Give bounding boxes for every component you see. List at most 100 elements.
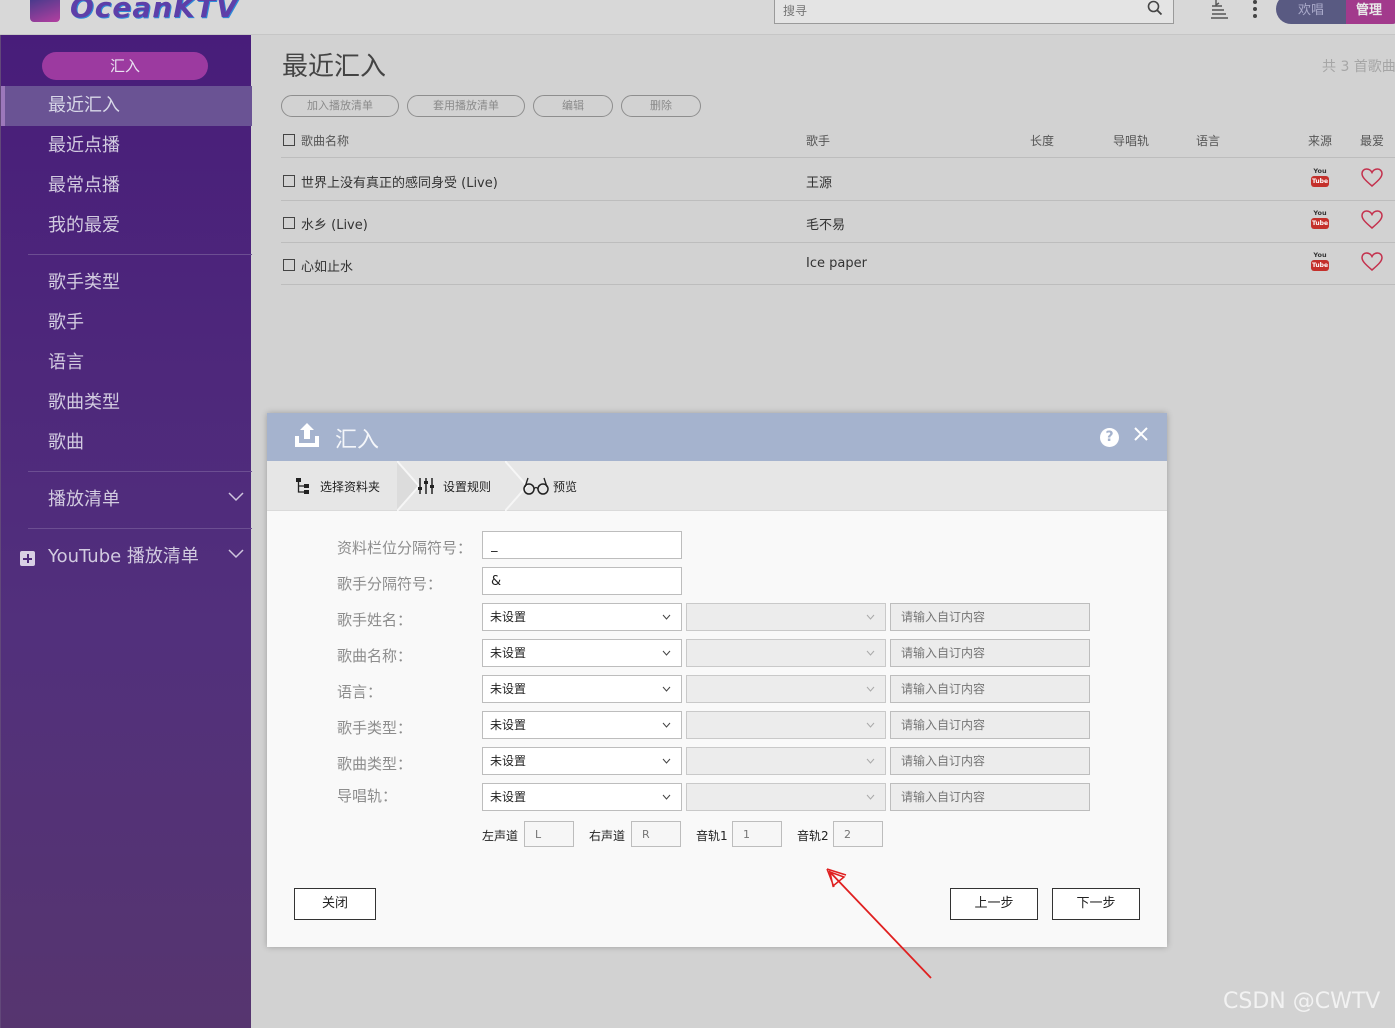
sidebar-item-artists[interactable]: 歌手 <box>1 303 252 343</box>
rule-subselect-artist-type[interactable] <box>686 711 886 739</box>
rule-custom-artist-name[interactable] <box>890 603 1090 631</box>
chevron-down-icon <box>662 794 671 800</box>
rule-label-language: 语言： <box>337 683 383 701</box>
table-row[interactable]: 水乡 (Live) 毛不易 You Tube <box>281 201 1395 243</box>
column-source[interactable]: 来源 <box>1308 132 1332 149</box>
step-label: 选择资料夹 <box>320 480 381 494</box>
dialog-title: 汇入 <box>335 428 380 453</box>
sidebar-item-most-played[interactable]: 最常点播 <box>1 166 252 206</box>
sidebar-item-songs[interactable]: 歌曲 <box>1 423 252 463</box>
rule-select-language[interactable]: 未设置 <box>482 675 682 703</box>
rule-label-guide-track: 导唱轨： <box>337 787 398 805</box>
search-box[interactable] <box>774 0 1174 24</box>
column-guide-track[interactable]: 导唱轨 <box>1113 132 1149 149</box>
mode-sing-button[interactable]: 欢唱 <box>1276 0 1346 24</box>
rule-select-guide-track[interactable]: 未设置 <box>482 783 682 811</box>
song-title: 世界上没有真正的感同身受 (Live) <box>301 176 498 191</box>
song-title: 水乡 (Live) <box>301 218 368 233</box>
rule-select-artist-type[interactable]: 未设置 <box>482 711 682 739</box>
table-row[interactable]: 心如止水 Ice paper You Tube <box>281 243 1395 285</box>
sidebar-divider <box>28 471 252 472</box>
chevron-down-icon <box>866 758 875 764</box>
rule-custom-guide-track[interactable] <box>890 783 1090 811</box>
rule-subselect-artist-name[interactable] <box>686 603 886 631</box>
rule-custom-song-name[interactable] <box>890 639 1090 667</box>
rule-custom-song-type[interactable] <box>890 747 1090 775</box>
step-select-folder[interactable]: 选择资料夹 <box>267 461 397 511</box>
sidebar-item-recent-played[interactable]: 最近点播 <box>1 126 252 166</box>
song-artist: 王源 <box>806 176 833 191</box>
track2-input[interactable] <box>833 821 883 847</box>
track2-label: 音轨2 <box>797 829 829 843</box>
column-favorite[interactable]: 最爱 <box>1360 132 1384 149</box>
sidebar-item-youtube-playlists[interactable]: YouTube 播放清单 <box>1 537 252 577</box>
close-button[interactable]: 关闭 <box>294 888 376 920</box>
rule-subselect-language[interactable] <box>686 675 886 703</box>
step-label: 预览 <box>553 480 578 494</box>
step-set-rules[interactable]: 设置规则 <box>417 461 507 511</box>
prev-step-button[interactable]: 上一步 <box>950 888 1038 920</box>
artist-separator-input[interactable] <box>482 567 682 595</box>
sidebar-item-song-types[interactable]: 歌曲类型 <box>1 383 252 423</box>
chevron-down-icon <box>662 650 671 656</box>
rule-custom-artist-type[interactable] <box>890 711 1090 739</box>
song-artist: 毛不易 <box>806 218 846 233</box>
edit-button[interactable]: 编辑 <box>533 95 613 117</box>
step-preview[interactable]: 预览 <box>523 461 603 511</box>
sidebar-item-recent-imports[interactable]: 最近汇入 <box>1 86 252 126</box>
add-to-playlist-button[interactable]: 加入播放清单 <box>281 95 399 117</box>
youtube-icon: You Tube <box>1311 251 1329 271</box>
sidebar-item-languages[interactable]: 语言 <box>1 343 252 383</box>
sidebar-item-favorites[interactable]: 我的最爱 <box>1 206 252 246</box>
import-button[interactable]: 汇入 <box>42 52 208 80</box>
more-icon[interactable] <box>1250 0 1260 19</box>
mode-manage-button[interactable]: 管理 <box>1346 0 1395 24</box>
dialog-header: 汇入 ? <box>267 413 1167 461</box>
chevron-down-icon[interactable] <box>228 492 244 502</box>
sidebar-item-artist-types[interactable]: 歌手类型 <box>1 263 252 303</box>
page-title: 最近汇入 <box>282 52 387 82</box>
rule-subselect-song-type[interactable] <box>686 747 886 775</box>
column-language[interactable]: 语言 <box>1196 132 1220 149</box>
chevron-down-icon[interactable] <box>228 549 244 559</box>
row-checkbox[interactable] <box>283 175 295 187</box>
column-title[interactable]: 歌曲名称 <box>301 132 349 149</box>
chevron-down-icon <box>662 686 671 692</box>
rule-subselect-song-name[interactable] <box>686 639 886 667</box>
heart-icon[interactable] <box>1361 168 1383 188</box>
select-value: 未设置 <box>490 610 527 624</box>
column-artist[interactable]: 歌手 <box>806 132 830 149</box>
select-value: 未设置 <box>490 718 527 732</box>
field-separator-input[interactable] <box>482 531 682 559</box>
chevron-down-icon <box>866 686 875 692</box>
youtube-icon: You Tube <box>1311 209 1329 229</box>
plus-icon[interactable] <box>20 551 35 566</box>
apply-playlist-button[interactable]: 套用播放清单 <box>407 95 525 117</box>
row-checkbox[interactable] <box>283 217 295 229</box>
sidebar-item-playlists[interactable]: 播放清单 <box>1 480 252 520</box>
column-length[interactable]: 长度 <box>1030 132 1054 149</box>
search-input[interactable] <box>783 1 1133 21</box>
row-checkbox[interactable] <box>283 259 295 271</box>
chevron-down-icon <box>662 758 671 764</box>
close-icon[interactable] <box>1133 426 1149 442</box>
delete-button[interactable]: 删除 <box>621 95 701 117</box>
right-channel-input[interactable] <box>631 821 681 847</box>
rule-select-song-type[interactable]: 未设置 <box>482 747 682 775</box>
rule-select-artist-name[interactable]: 未设置 <box>482 603 682 631</box>
heart-icon[interactable] <box>1361 252 1383 272</box>
left-channel-input[interactable] <box>524 821 574 847</box>
heart-icon[interactable] <box>1361 210 1383 230</box>
table-row[interactable]: 世界上没有真正的感同身受 (Live) 王源 You Tube <box>281 159 1395 201</box>
rule-select-song-name[interactable]: 未设置 <box>482 639 682 667</box>
song-artist: Ice paper <box>806 256 867 271</box>
help-icon[interactable]: ? <box>1100 428 1119 447</box>
track1-input[interactable] <box>732 821 782 847</box>
queue-icon[interactable] <box>1208 0 1230 20</box>
rule-custom-language[interactable] <box>890 675 1090 703</box>
rule-subselect-guide-track[interactable] <box>686 783 886 811</box>
select-all-checkbox[interactable] <box>283 134 295 146</box>
search-icon[interactable] <box>1147 0 1163 16</box>
next-step-button[interactable]: 下一步 <box>1052 888 1140 920</box>
mode-switch[interactable]: 欢唱 管理 <box>1276 0 1395 24</box>
